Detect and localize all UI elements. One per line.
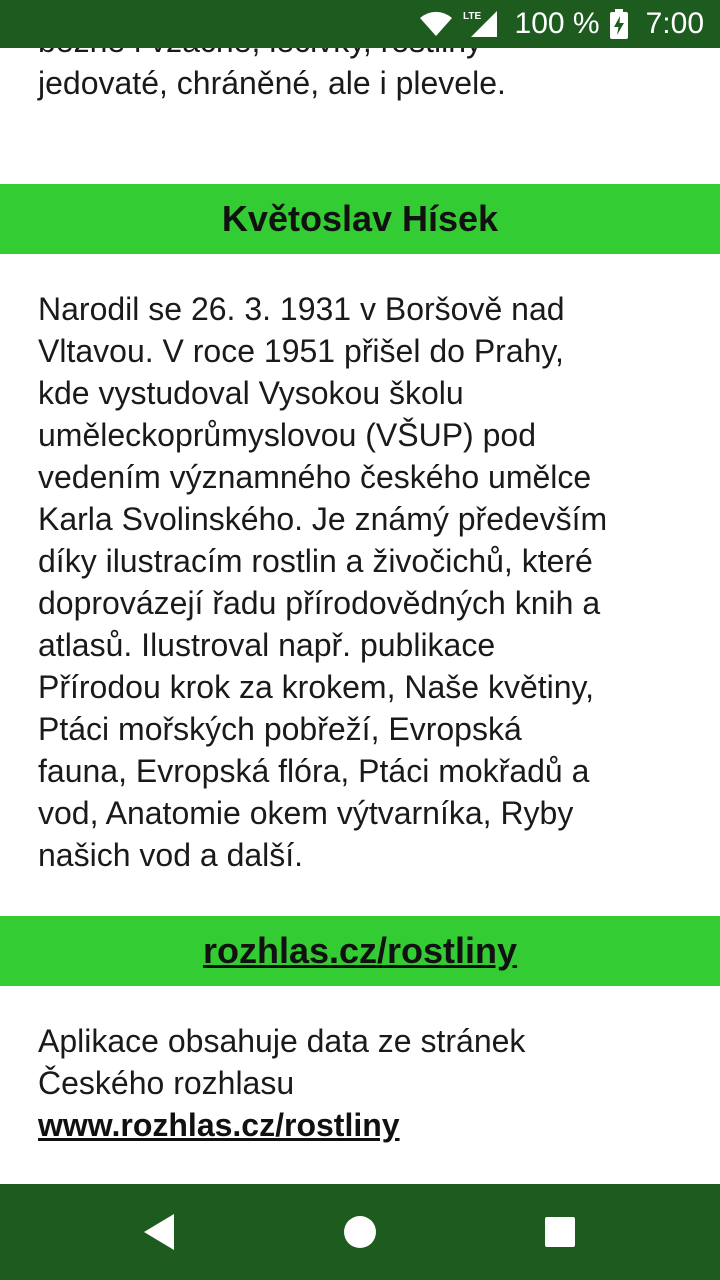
status-bar: LTE 100 % 7:00 [0,0,720,48]
bio-line: našich vod a další. [38,837,304,873]
recents-icon[interactable] [544,1216,576,1248]
bio-line: vedením významného českého umělce [38,459,592,495]
bio-line: Ptáci mořských pobřeží, Evropská [38,711,522,747]
navigation-bar [0,1184,720,1280]
home-button[interactable] [336,1208,384,1256]
bio-line: atlasů. Ilustroval např. publikace [38,627,496,663]
source-note-line: Aplikace obsahuje data ze stránek [38,1023,526,1059]
bio-line: Vltavou. V roce 1951 přišel do Prahy, [38,333,564,369]
bio-line: doprovázejí řadu přírodovědných knih a [38,585,601,621]
battery-percent: 100 % [514,7,600,40]
clock: 7:00 [645,7,704,40]
source-note: Aplikace obsahuje data ze stránek Českéh… [38,1020,688,1146]
source-note-line: Českého rozhlasu [38,1065,295,1101]
recents-button[interactable] [536,1208,584,1256]
battery-charging-icon [609,9,628,39]
cell-signal-icon: LTE [463,9,499,39]
bio-line: fauna, Evropská flóra, Ptáci mokřadů a [38,753,590,789]
bio-line: kde vystudoval Vysokou školu [38,375,464,411]
author-heading-text: Květoslav Hísek [221,198,499,239]
app-screen: běžné i vzácné, léčivky, rostliny jedova… [0,0,720,1280]
link-heading-text[interactable]: rozhlas.cz/rostliny [203,930,517,972]
author-bio: Narodil se 26. 3. 1931 v Boršově nad Vlt… [38,288,688,876]
bio-line: díky ilustracím rostlin a živočichů, kte… [38,543,593,579]
bio-line: Narodil se 26. 3. 1931 v Boršově nad [38,291,565,327]
bio-line: Karla Svolinského. Je známý především [38,501,608,537]
bio-line: uměleckoprůmyslovou (VŠUP) pod [38,417,536,453]
author-heading: Květoslav Hísek [0,184,720,254]
back-icon[interactable] [142,1212,178,1252]
back-button[interactable] [136,1208,184,1256]
wifi-icon [419,10,453,38]
bio-line: Přírodou krok za krokem, Naše květiny, [38,669,595,705]
network-label: LTE [463,11,481,22]
source-link[interactable]: www.rozhlas.cz/rostliny [38,1104,688,1146]
home-icon[interactable] [342,1214,378,1250]
bio-line: vod, Anatomie okem výtvarníka, Ryby [38,795,574,831]
link-heading[interactable]: rozhlas.cz/rostliny [0,916,720,986]
intro-line: jedovaté, chráněné, ale i plevele. [38,65,506,101]
